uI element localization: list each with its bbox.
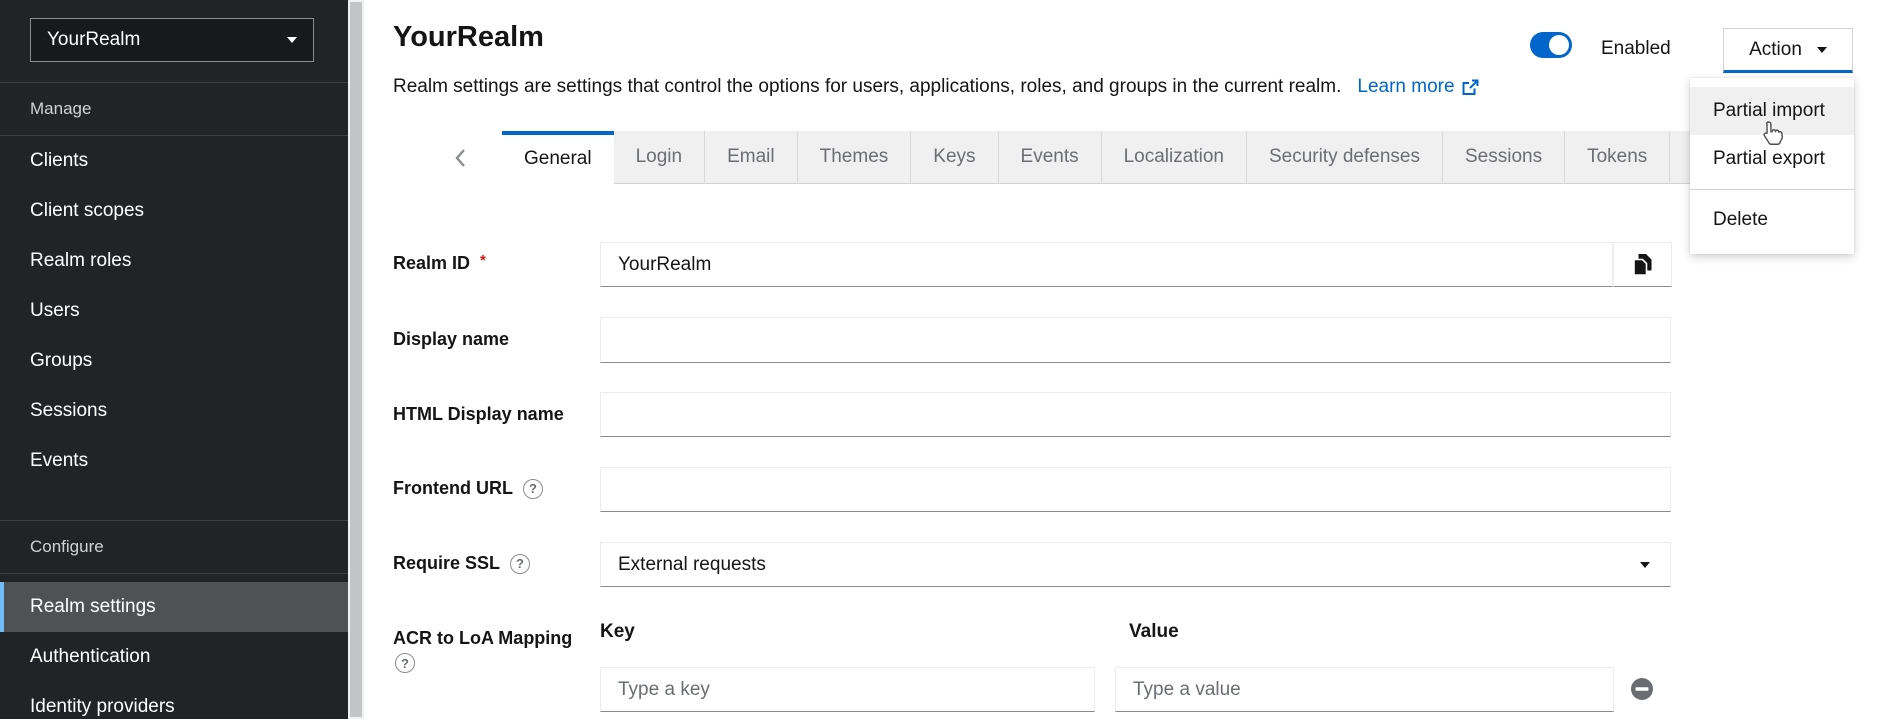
sidebar-item-users[interactable]: Users bbox=[0, 286, 348, 336]
sidebar-item-clients[interactable]: Clients bbox=[0, 136, 348, 186]
tab-email[interactable]: Email bbox=[705, 131, 798, 184]
page-subtitle: Realm settings are settings that control… bbox=[393, 76, 1341, 98]
tab-security-defenses[interactable]: Security defenses bbox=[1247, 131, 1443, 184]
scrollbar-thumb[interactable] bbox=[350, 2, 362, 717]
chevron-left-icon bbox=[454, 148, 466, 168]
realm-selector-dropdown[interactable]: YourRealm bbox=[30, 18, 314, 62]
sidebar-item-realm-roles[interactable]: Realm roles bbox=[0, 236, 348, 286]
tab-localization[interactable]: Localization bbox=[1102, 131, 1247, 184]
sidebar-section-configure: Configure bbox=[0, 521, 348, 573]
toggle-knob bbox=[1549, 35, 1569, 55]
acr-mapping-label: ACR to LoA Mapping bbox=[393, 628, 572, 649]
tab-general[interactable]: General bbox=[502, 131, 614, 184]
menu-divider bbox=[1690, 189, 1854, 190]
sidebar-item-sessions[interactable]: Sessions bbox=[0, 386, 348, 436]
require-ssl-value: External requests bbox=[618, 554, 766, 576]
frontend-url-input[interactable] bbox=[600, 467, 1671, 512]
key-column-header: Key bbox=[600, 621, 635, 643]
external-link-icon bbox=[1462, 79, 1479, 96]
sidebar-nav-manage: Clients Client scopes Realm roles Users … bbox=[0, 136, 348, 486]
help-icon[interactable]: ? bbox=[395, 653, 415, 673]
page-subtitle-row: Realm settings are settings that control… bbox=[393, 76, 1479, 98]
tabs-scroll-left-button[interactable] bbox=[438, 131, 482, 184]
acr-key-input[interactable] bbox=[600, 667, 1095, 712]
html-display-name-label: HTML Display name bbox=[393, 404, 564, 425]
require-ssl-select[interactable]: External requests bbox=[600, 542, 1671, 587]
learn-more-link[interactable]: Learn more bbox=[1357, 76, 1478, 98]
enabled-label: Enabled bbox=[1601, 38, 1671, 60]
chevron-down-icon bbox=[1817, 47, 1827, 53]
sidebar-item-events[interactable]: Events bbox=[0, 436, 348, 486]
realm-selector-label: YourRealm bbox=[47, 29, 140, 51]
required-asterisk: * bbox=[480, 252, 486, 269]
page-title: YourRealm bbox=[393, 21, 544, 54]
tab-events[interactable]: Events bbox=[999, 131, 1102, 184]
action-button-label: Action bbox=[1749, 39, 1802, 61]
html-display-name-input[interactable] bbox=[600, 392, 1671, 437]
tab-tokens[interactable]: Tokens bbox=[1565, 131, 1670, 184]
acr-value-input[interactable] bbox=[1115, 667, 1614, 712]
realm-id-input[interactable] bbox=[600, 242, 1613, 287]
sidebar-item-identity-providers[interactable]: Identity providers bbox=[0, 682, 348, 719]
display-name-label: Display name bbox=[393, 329, 509, 350]
tab-login[interactable]: Login bbox=[614, 131, 706, 184]
menu-item-partial-import[interactable]: Partial import bbox=[1690, 87, 1854, 135]
value-column-header: Value bbox=[1129, 621, 1179, 643]
frontend-url-label: Frontend URL ? bbox=[393, 478, 543, 499]
sidebar: YourRealm Manage Clients Client scopes R… bbox=[0, 0, 348, 719]
sidebar-divider bbox=[0, 573, 348, 574]
sidebar-nav-configure: Realm settings Authentication Identity p… bbox=[0, 582, 348, 719]
minus-circle-icon bbox=[1630, 677, 1654, 701]
action-dropdown-menu: Partial import Partial export Delete bbox=[1690, 78, 1854, 254]
sidebar-scrollbar[interactable] bbox=[348, 0, 364, 719]
chevron-down-icon bbox=[287, 37, 297, 43]
tab-keys[interactable]: Keys bbox=[911, 131, 998, 184]
help-icon[interactable]: ? bbox=[510, 554, 530, 574]
chevron-down-icon bbox=[1640, 562, 1650, 568]
menu-item-partial-export[interactable]: Partial export bbox=[1690, 135, 1854, 183]
tab-themes[interactable]: Themes bbox=[798, 131, 912, 184]
display-name-input[interactable] bbox=[600, 317, 1671, 363]
sidebar-item-client-scopes[interactable]: Client scopes bbox=[0, 186, 348, 236]
main-content: YourRealm Realm settings are settings th… bbox=[364, 0, 1901, 719]
tab-sessions[interactable]: Sessions bbox=[1443, 131, 1565, 184]
copy-button[interactable] bbox=[1613, 242, 1672, 287]
action-dropdown-button[interactable]: Action bbox=[1723, 28, 1853, 73]
learn-more-label: Learn more bbox=[1357, 76, 1454, 98]
sidebar-item-realm-settings[interactable]: Realm settings bbox=[0, 582, 348, 632]
require-ssl-label: Require SSL ? bbox=[393, 553, 530, 574]
sidebar-item-groups[interactable]: Groups bbox=[0, 336, 348, 386]
copy-icon bbox=[1633, 254, 1652, 276]
app-root: YourRealm Manage Clients Client scopes R… bbox=[0, 0, 1901, 719]
enabled-toggle[interactable] bbox=[1530, 32, 1572, 58]
realm-id-label: Realm ID * bbox=[393, 253, 486, 274]
menu-item-delete[interactable]: Delete bbox=[1690, 196, 1854, 244]
tabs: General Login Email Themes Keys Events L… bbox=[502, 131, 1733, 184]
tab-bar: General Login Email Themes Keys Events L… bbox=[364, 131, 1901, 184]
sidebar-item-authentication[interactable]: Authentication bbox=[0, 632, 348, 682]
remove-row-button[interactable] bbox=[1630, 677, 1654, 701]
sidebar-section-manage: Manage bbox=[0, 83, 348, 135]
help-icon[interactable]: ? bbox=[523, 479, 543, 499]
